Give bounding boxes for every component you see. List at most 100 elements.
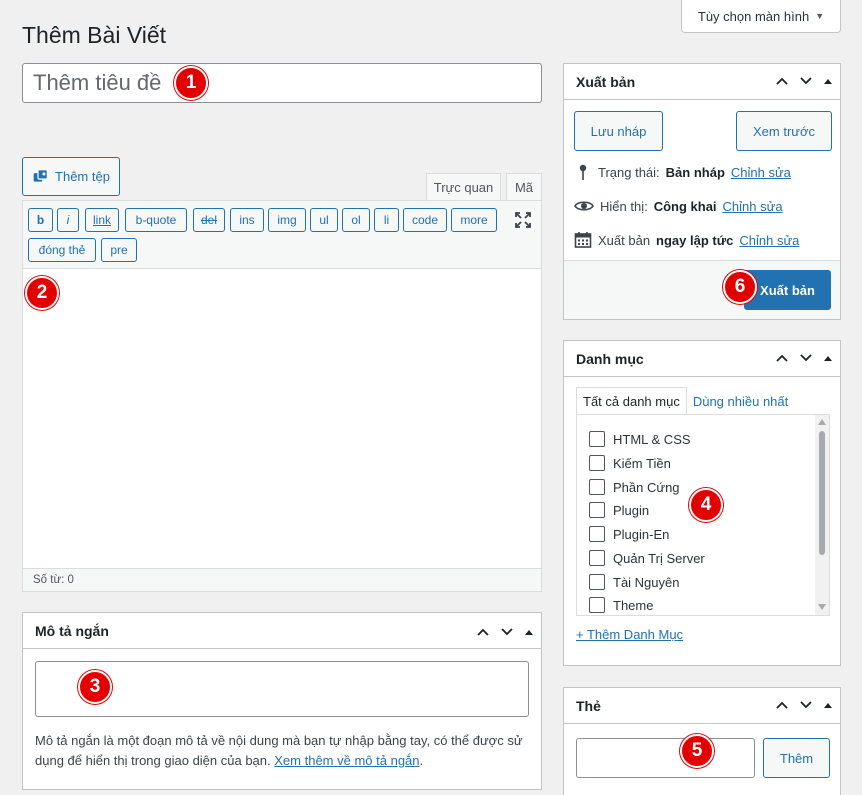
move-up-icon[interactable] xyxy=(774,697,790,713)
category-checkbox[interactable] xyxy=(589,431,605,447)
category-item[interactable]: Theme xyxy=(589,597,653,613)
edit-visibility-link[interactable]: Chỉnh sửa xyxy=(723,199,783,214)
qt-code-button[interactable]: code xyxy=(403,208,447,232)
category-checkbox[interactable] xyxy=(589,550,605,566)
status-row: Trạng thái: Bản nháp Chỉnh sửa xyxy=(574,163,791,181)
add-tag-button[interactable]: Thêm xyxy=(763,738,830,778)
edit-schedule-link[interactable]: Chỉnh sửa xyxy=(739,233,799,248)
category-checkbox[interactable] xyxy=(589,455,605,471)
scroll-down-icon[interactable] xyxy=(818,604,826,611)
visibility-row: Hiển thị: Công khai Chỉnh sửa xyxy=(574,197,783,215)
tab-code[interactable]: Mã xyxy=(506,173,542,201)
qt-ul-button[interactable]: ul xyxy=(310,208,338,232)
toggle-panel-icon[interactable] xyxy=(822,352,834,364)
toggle-panel-icon[interactable] xyxy=(523,626,535,638)
qt-close-tags-button[interactable]: đóng thẻ xyxy=(28,238,96,262)
categories-header: Danh mục xyxy=(564,341,840,377)
qt-ol-button[interactable]: ol xyxy=(342,208,370,232)
move-up-icon[interactable] xyxy=(774,73,790,89)
category-checkbox[interactable] xyxy=(589,502,605,518)
screen-options-button[interactable]: Tùy chọn màn hình ▼ xyxy=(681,0,841,33)
annotation-badge-1: 1 xyxy=(174,66,208,100)
annotation-badge-5: 5 xyxy=(680,734,714,768)
add-category-link[interactable]: + Thêm Danh Mục xyxy=(576,627,683,642)
annotation-badge-3: 3 xyxy=(78,670,112,704)
schedule-row: Xuất bản ngay lập tức Chỉnh sửa xyxy=(574,231,799,249)
qt-del-button[interactable]: del xyxy=(193,208,225,232)
qt-more-button[interactable]: more xyxy=(451,208,497,232)
post-title-input[interactable] xyxy=(22,63,542,103)
toggle-panel-icon[interactable] xyxy=(822,75,834,87)
qt-pre-button[interactable]: pre xyxy=(101,238,137,262)
annotation-badge-2: 2 xyxy=(25,276,59,310)
move-up-icon[interactable] xyxy=(475,624,491,640)
tag-input[interactable] xyxy=(576,738,755,778)
tab-all-categories[interactable]: Tất cả danh mục xyxy=(576,387,687,415)
move-down-icon[interactable] xyxy=(798,73,814,89)
category-checkbox[interactable] xyxy=(589,479,605,495)
visibility-value: Công khai xyxy=(653,198,717,214)
status-value: Bản nháp xyxy=(665,164,725,180)
category-item[interactable]: Plugin-En xyxy=(589,526,669,542)
qt-ins-button[interactable]: ins xyxy=(230,208,264,232)
screen-options-label: Tùy chọn màn hình xyxy=(697,8,810,24)
move-down-icon[interactable] xyxy=(798,697,814,713)
add-media-label: Thêm tệp xyxy=(55,169,110,184)
category-item[interactable]: HTML & CSS xyxy=(589,431,691,447)
category-checkbox[interactable] xyxy=(589,574,605,590)
edit-status-link[interactable]: Chỉnh sửa xyxy=(731,165,791,180)
qt-li-button[interactable]: li xyxy=(374,208,399,232)
move-up-icon[interactable] xyxy=(774,350,790,366)
qt-bold-button[interactable]: b xyxy=(28,208,53,232)
tab-visual[interactable]: Trực quan xyxy=(426,173,501,201)
media-icon xyxy=(33,169,48,182)
schedule-label: Xuất bản xyxy=(598,232,651,248)
publish-box: Xuất bản Lưu nháp Xem trước Trạng thái: … xyxy=(563,63,841,320)
excerpt-help-link[interactable]: Xem thêm về mô tả ngắn xyxy=(274,753,419,768)
category-checkbox[interactable] xyxy=(589,597,605,613)
visibility-label: Hiển thị: xyxy=(600,198,648,214)
excerpt-help-end: . xyxy=(419,753,424,768)
publish-button[interactable]: Xuất bản xyxy=(744,270,831,310)
category-item[interactable]: Kiếm Tiền xyxy=(589,455,671,471)
add-media-button[interactable]: Thêm tệp xyxy=(22,157,120,196)
qt-img-button[interactable]: img xyxy=(268,208,306,232)
status-label: Trạng thái: xyxy=(598,164,660,180)
qt-blockquote-button[interactable]: b-quote xyxy=(125,208,187,232)
category-label: HTML & CSS xyxy=(613,431,691,447)
fullscreen-icon[interactable] xyxy=(513,210,533,230)
category-label: Phần Cứng xyxy=(613,479,680,495)
preview-button[interactable]: Xem trước xyxy=(736,111,832,151)
category-item[interactable]: Plugin xyxy=(589,502,649,518)
annotation-badge-6: 6 xyxy=(723,270,757,304)
category-tabs: Tất cả danh mục Dùng nhiều nhất xyxy=(576,387,794,415)
category-scrollbar[interactable] xyxy=(815,415,829,615)
word-count: Số từ: 0 xyxy=(23,568,541,591)
tags-header: Thẻ xyxy=(564,688,840,724)
scroll-thumb[interactable] xyxy=(819,431,825,555)
save-draft-button[interactable]: Lưu nháp xyxy=(574,111,663,151)
calendar-icon xyxy=(574,232,592,248)
excerpt-header: Mô tả ngắn xyxy=(23,613,541,649)
category-item[interactable]: Tài Nguyên xyxy=(589,574,679,590)
move-down-icon[interactable] xyxy=(499,624,515,640)
category-label: Theme xyxy=(613,597,654,613)
annotation-badge-4: 4 xyxy=(689,488,723,522)
categories-title: Danh mục xyxy=(576,350,644,367)
page-title: Thêm Bài Viết xyxy=(22,22,167,48)
qt-italic-button[interactable]: i xyxy=(57,208,79,232)
tab-most-used[interactable]: Dùng nhiều nhất xyxy=(687,387,794,415)
category-item[interactable]: Phần Cứng xyxy=(589,479,680,495)
pin-icon xyxy=(579,164,587,180)
category-item[interactable]: Quản Trị Server xyxy=(589,550,705,566)
move-down-icon[interactable] xyxy=(798,350,814,366)
content-editor[interactable]: b i link b-quote del ins img ul ol li co… xyxy=(22,200,542,592)
excerpt-title: Mô tả ngắn xyxy=(35,622,109,639)
qt-link-button[interactable]: link xyxy=(85,208,119,232)
toggle-panel-icon[interactable] xyxy=(822,699,834,711)
scroll-up-icon[interactable] xyxy=(818,418,826,425)
category-checkbox[interactable] xyxy=(589,526,605,542)
publish-actions: Xuất bản xyxy=(564,260,840,319)
excerpt-help-text: Mô tả ngắn là một đoạn mô tả về nội dung… xyxy=(35,731,535,771)
category-label: Quản Trị Server xyxy=(613,550,705,566)
